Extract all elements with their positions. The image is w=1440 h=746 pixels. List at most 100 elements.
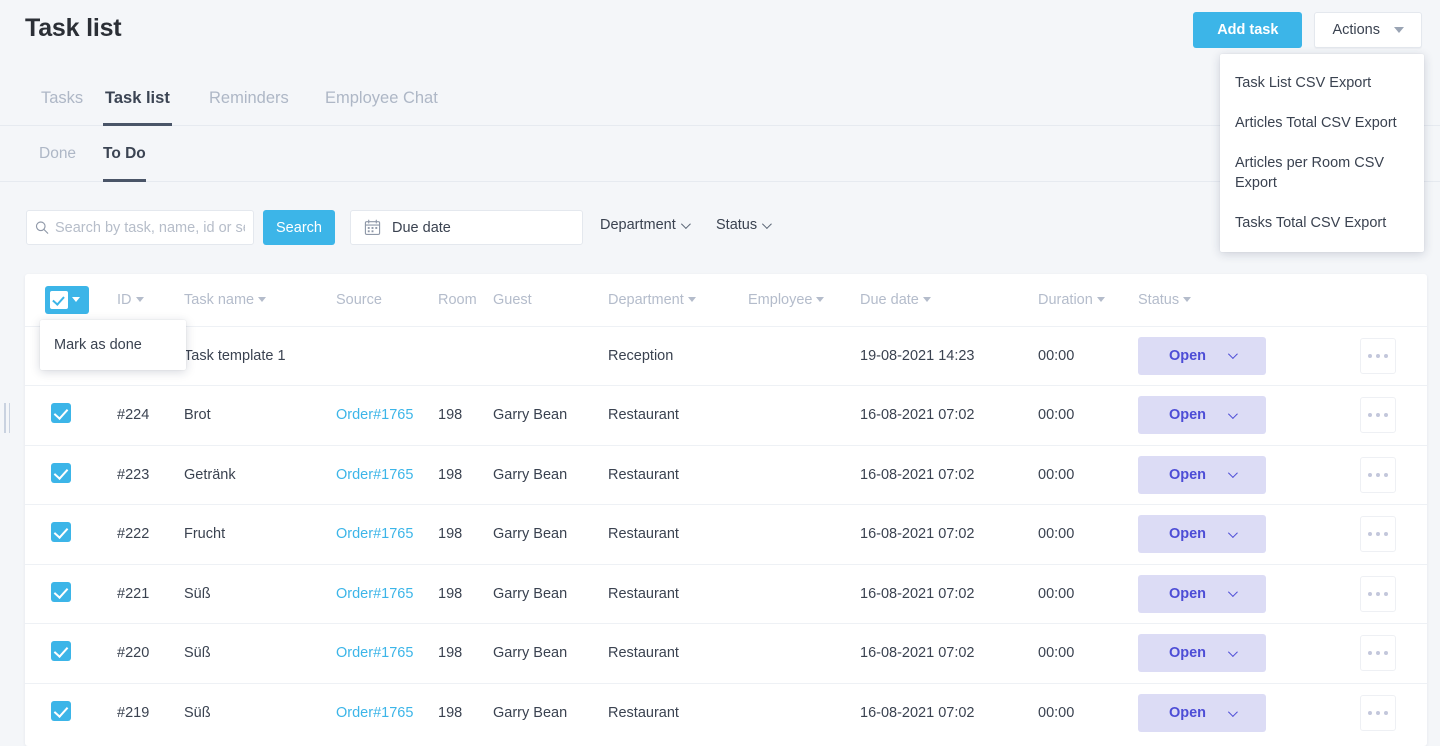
- cell-source: Order#1765: [336, 683, 438, 743]
- menu-item-mark-as-done[interactable]: Mark as done: [40, 331, 186, 359]
- status-badge[interactable]: Open: [1138, 396, 1266, 435]
- cell-duration: 00:00: [1038, 385, 1138, 446]
- cell-select: [25, 623, 117, 684]
- cell-guest: [493, 326, 608, 386]
- bulk-action-popup[interactable]: Mark as done: [40, 320, 186, 370]
- select-all-dropdown-button[interactable]: [45, 285, 89, 314]
- menu-item-task-list-csv-export[interactable]: Task List CSV Export: [1220, 63, 1424, 103]
- status-badge[interactable]: Open: [1138, 336, 1266, 375]
- sort-department-button[interactable]: Department: [608, 292, 696, 308]
- status-filter[interactable]: Status: [716, 217, 772, 233]
- cell-room: 198: [438, 623, 493, 684]
- source-link[interactable]: Order#1765: [336, 467, 413, 483]
- cell-source: Order#1765: [336, 385, 438, 446]
- sort-duration-button[interactable]: Duration: [1038, 292, 1105, 308]
- dot: [1376, 651, 1380, 656]
- actions-dropdown-menu[interactable]: Task List CSV Export Articles Total CSV …: [1220, 54, 1424, 252]
- cell-department: Restaurant: [608, 623, 748, 684]
- source-link[interactable]: Order#1765: [336, 586, 413, 602]
- sort-status-button[interactable]: Status: [1138, 292, 1192, 308]
- task-table-card: ID Task name Source Room Guest Departmen…: [25, 274, 1427, 746]
- dot: [1368, 472, 1372, 477]
- menu-item-articles-total-csv-export[interactable]: Articles Total CSV Export: [1220, 103, 1424, 143]
- source-link[interactable]: Order#1765: [336, 526, 413, 542]
- status-badge[interactable]: Open: [1138, 515, 1266, 554]
- status-badge[interactable]: Open: [1138, 634, 1266, 673]
- sort-task-name-button[interactable]: Task name: [184, 292, 267, 308]
- row-checkbox[interactable]: [51, 701, 71, 721]
- row-checkbox[interactable]: [51, 641, 71, 662]
- cell-row-actions: [1360, 326, 1427, 386]
- cell-status: Open: [1138, 623, 1360, 684]
- due-date-filter[interactable]: Due date: [350, 210, 583, 245]
- table-row[interactable]: #224 Brot Order#1765 198 Garry Bean Restauran…: [25, 385, 1427, 446]
- search-box[interactable]: [26, 210, 254, 245]
- tab-employee-chat[interactable]: Employee Chat: [323, 76, 440, 126]
- cell-row-actions: [1360, 564, 1427, 624]
- table-row[interactable]: #219 Süß Order#1765 198 Garry Bean Restaurant…: [25, 683, 1427, 743]
- actions-button[interactable]: Actions: [1314, 12, 1422, 48]
- table-row[interactable]: #223 Getränk Order#1765 198 Garry Bean Restau…: [25, 445, 1427, 505]
- status-badge[interactable]: Open: [1138, 694, 1266, 732]
- cell-employee: [748, 445, 860, 505]
- search-input[interactable]: [48, 219, 245, 236]
- row-actions-button[interactable]: [1360, 695, 1396, 731]
- header-action-group: Add task Actions: [1193, 12, 1422, 48]
- cell-id: #224: [117, 385, 184, 446]
- row-actions-button[interactable]: [1360, 516, 1396, 553]
- row-checkbox[interactable]: [51, 403, 71, 424]
- source-link[interactable]: Order#1765: [336, 705, 413, 721]
- table-row[interactable]: #221 Süß Order#1765 198 Garry Bean Restaurant…: [25, 564, 1427, 624]
- row-checkbox[interactable]: [51, 581, 71, 602]
- sidebar-resize-handle[interactable]: [4, 403, 12, 433]
- add-task-button[interactable]: Add task: [1193, 12, 1303, 48]
- cell-employee: [748, 385, 860, 446]
- sort-employee-button[interactable]: Employee: [748, 292, 825, 308]
- dot: [1376, 413, 1380, 418]
- cell-status: Open: [1138, 445, 1360, 505]
- cell-duration: 00:00: [1038, 564, 1138, 624]
- department-filter[interactable]: Department: [600, 217, 691, 233]
- sort-due-date-button[interactable]: Due date: [860, 292, 931, 308]
- tab-reminders[interactable]: Reminders: [207, 76, 291, 126]
- table-row[interactable]: Task template 1 Reception 19-08-2021 14:23…: [25, 326, 1427, 386]
- table-row[interactable]: #220 Süß Order#1765 198 Garry Bean Restaurant…: [25, 623, 1427, 684]
- chevron-down-icon: [1227, 349, 1238, 360]
- source-link[interactable]: Order#1765: [336, 407, 413, 423]
- th-duration: Duration: [1038, 274, 1138, 327]
- cell-room: [438, 326, 493, 386]
- sort-arrow-icon: [1183, 297, 1192, 303]
- status-badge[interactable]: Open: [1138, 574, 1266, 613]
- tab-task-list[interactable]: Task list: [103, 76, 172, 126]
- dot: [1368, 591, 1372, 596]
- status-badge[interactable]: Open: [1138, 455, 1266, 494]
- cell-status: Open: [1138, 326, 1360, 386]
- tab-tasks[interactable]: Tasks: [39, 76, 85, 126]
- cell-room: 198: [438, 385, 493, 446]
- menu-item-articles-per-room-csv-export[interactable]: Articles per Room CSV Export: [1220, 143, 1424, 203]
- row-checkbox[interactable]: [51, 522, 71, 543]
- menu-item-tasks-total-csv-export[interactable]: Tasks Total CSV Export: [1220, 203, 1424, 243]
- row-actions-button[interactable]: [1360, 635, 1396, 672]
- row-actions-button[interactable]: [1360, 575, 1396, 612]
- row-actions-button[interactable]: [1360, 397, 1396, 434]
- status-badge-label: Open: [1168, 585, 1207, 602]
- subtab-done[interactable]: Done: [39, 132, 76, 182]
- row-actions-button[interactable]: [1360, 456, 1396, 493]
- th-source: Source: [336, 274, 438, 327]
- subtab-to-do[interactable]: To Do: [103, 132, 146, 182]
- cell-employee: [748, 564, 860, 624]
- source-link[interactable]: Order#1765: [336, 645, 413, 661]
- row-actions-button[interactable]: [1360, 337, 1396, 374]
- status-filter-label: Status: [716, 217, 758, 233]
- sort-id-button[interactable]: ID: [117, 292, 144, 308]
- search-button[interactable]: Search: [263, 210, 335, 245]
- left-gutter: [0, 274, 18, 746]
- cell-task-name: Getränk: [184, 445, 336, 505]
- cell-id: #219: [117, 705, 150, 721]
- row-checkbox[interactable]: [51, 462, 71, 483]
- dot: [1368, 353, 1372, 358]
- cell-id: #221: [117, 564, 184, 624]
- chevron-down-icon: [72, 297, 80, 303]
- table-row[interactable]: #222 Frucht Order#1765 198 Garry Bean Restaur…: [25, 504, 1427, 565]
